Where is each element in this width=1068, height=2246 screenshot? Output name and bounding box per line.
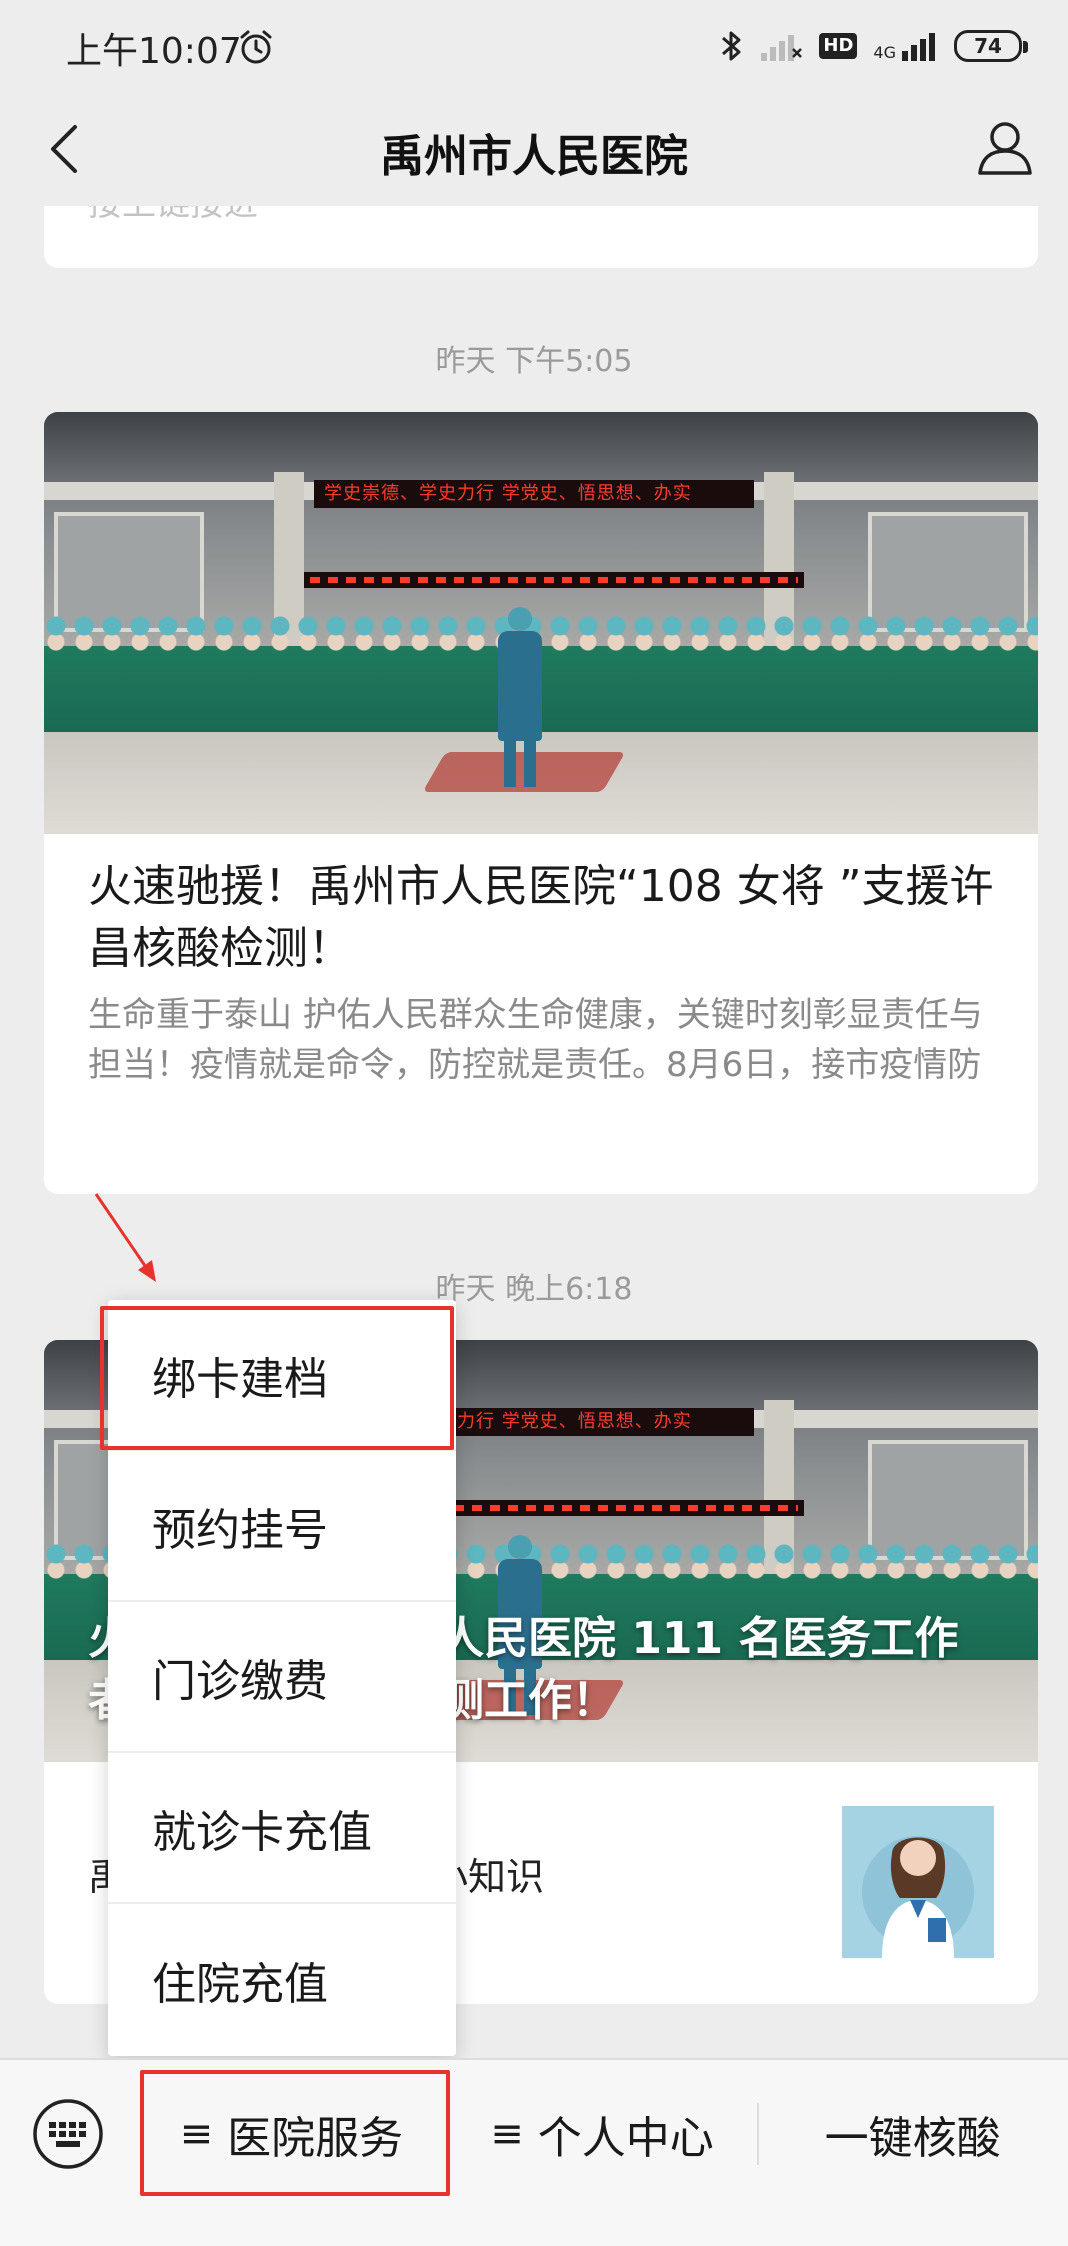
network-label: 4G xyxy=(873,43,896,62)
cell-signal-icon xyxy=(902,33,935,61)
hd-badge: HD xyxy=(819,33,858,59)
article-title: 火速驰援！禹州市人民医院“108 女将 ”支援许昌核酸检测！ xyxy=(88,861,994,974)
keyboard-icon xyxy=(33,2099,103,2169)
cell-signal: 4G xyxy=(873,31,938,61)
alarm-icon xyxy=(240,30,272,64)
status-icons: HD 4G 74 xyxy=(719,24,1028,68)
menu-label: 一键核酸 xyxy=(824,2113,1001,2164)
highlight-box xyxy=(100,1306,454,1450)
menu-label: 个人中心 xyxy=(537,2113,714,2164)
highlight-box xyxy=(140,2070,450,2196)
led-banner: 学史崇德、学史力行 学党史、悟思想、办实 xyxy=(314,480,754,508)
article-description: 生命重于泰山 护佑人民群众生命健康，关键时刻彰显责任与担当！疫情就是命令，防控就… xyxy=(88,995,983,1085)
profile-button[interactable] xyxy=(970,110,1040,186)
submenu-item-outpatient-payment[interactable]: 门诊缴费 xyxy=(108,1602,456,1753)
annotation-arrow-icon xyxy=(94,1193,156,1282)
partial-article-card[interactable]: 接上链接进 xyxy=(44,206,1038,268)
menu-one-click-nucleic-acid[interactable]: 一键核酸 xyxy=(757,2059,1068,2209)
article-cover-image: 学史崇德、学史力行 学党史、悟思想、办实 xyxy=(44,412,1038,834)
bottom-safe-area xyxy=(0,2208,1068,2246)
keyboard-toggle-button[interactable] xyxy=(0,2059,136,2209)
bluetooth-icon xyxy=(722,31,741,61)
doctor-thumbnail xyxy=(842,1806,994,1958)
status-time: 上午10:07 xyxy=(66,31,242,72)
submenu-item-appointment[interactable]: 预约挂号 xyxy=(108,1451,456,1602)
submenu-item-card-recharge[interactable]: 就诊卡充值 xyxy=(108,1753,456,1904)
page-title: 禹州市人民医院 xyxy=(380,131,688,182)
article-card[interactable]: 学史崇德、学史力行 学党史、悟思想、办实 火速驰援！禹州市人民医院“108 女将… xyxy=(44,412,1038,1194)
menu-personal-center[interactable]: ≡ 个人中心 xyxy=(446,2059,758,2209)
doctor-illustration-icon xyxy=(842,1806,994,1958)
status-bar: 上午10:07 HD 4G 74 xyxy=(0,0,1068,96)
battery-indicator: 74 xyxy=(954,30,1028,62)
timestamp: 昨天 下午5:05 xyxy=(435,344,633,379)
wifi-signal-icon xyxy=(761,35,803,61)
submenu-item-inpatient-recharge[interactable]: 住院充值 xyxy=(108,1904,456,2055)
user-icon xyxy=(978,122,1032,175)
nav-bar: 禹州市人民医院 xyxy=(0,96,1068,206)
menu-lines-icon: ≡ xyxy=(490,2111,524,2157)
partial-article-text: 接上链接进 xyxy=(88,206,258,225)
battery-level: 74 xyxy=(974,34,1002,58)
